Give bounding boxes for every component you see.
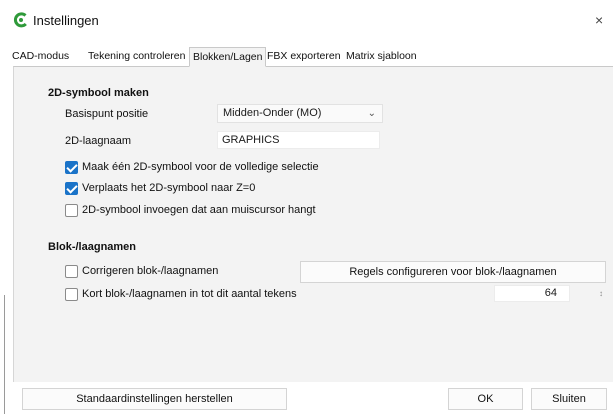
move-to-z0-label: Verplaats het 2D-symbool naar Z=0 xyxy=(82,182,256,194)
section-title-blok-laagnamen: Blok-/laagnamen xyxy=(48,241,137,253)
title-bar: Instellingen × xyxy=(0,0,613,38)
basepoint-select[interactable]: Midden-Onder (MO) ⌄ xyxy=(217,104,383,123)
tab-blokken-lagen[interactable]: Blokken/Lagen xyxy=(189,47,267,67)
single-symbol-checkbox[interactable] xyxy=(65,161,78,174)
truncate-length-input[interactable]: 64 xyxy=(494,285,570,302)
chevron-down-icon: ⌄ xyxy=(367,108,376,119)
tab-matrix-sjabloon[interactable]: Matrix sjabloon xyxy=(346,48,417,66)
spinner-icon[interactable]: ↕ xyxy=(599,289,603,298)
window-title: Instellingen xyxy=(33,13,99,28)
window-edge xyxy=(4,295,5,414)
tab-bar: CAD-modus Tekening controleren Blokken/L… xyxy=(12,47,612,67)
configure-rules-button[interactable]: Regels configureren voor blok-/laagnamen xyxy=(300,261,606,283)
attach-cursor-checkbox[interactable] xyxy=(65,204,78,217)
layer-name-input[interactable]: GRAPHICS xyxy=(217,131,380,149)
basepoint-label: Basispunt positie xyxy=(65,108,149,120)
section-title-2d-symbool: 2D-symbool maken xyxy=(48,87,149,99)
ok-button[interactable]: OK xyxy=(448,388,523,410)
tab-cad-modus[interactable]: CAD-modus xyxy=(12,48,69,66)
close-icon[interactable]: × xyxy=(595,12,603,28)
close-button[interactable]: Sluiten xyxy=(531,388,607,410)
attach-cursor-label: 2D-symbool invoegen dat aan muiscursor h… xyxy=(82,204,316,216)
single-symbol-label: Maak één 2D-symbool voor de volledige se… xyxy=(82,161,319,173)
move-to-z0-checkbox[interactable] xyxy=(65,182,78,195)
correct-names-checkbox[interactable] xyxy=(65,265,78,278)
correct-names-label: Corrigeren blok-/laagnamen xyxy=(82,265,219,277)
layer-name-label: 2D-laagnaam xyxy=(65,135,132,147)
basepoint-value: Midden-Onder (MO) xyxy=(223,107,322,119)
truncate-names-label: Kort blok-/laagnamen in tot dit aantal t… xyxy=(82,288,297,300)
green-c-logo-icon xyxy=(13,12,27,28)
reset-defaults-button[interactable]: Standaardinstellingen herstellen xyxy=(22,388,287,410)
tab-tekening-controleren[interactable]: Tekening controleren xyxy=(88,48,185,66)
truncate-names-checkbox[interactable] xyxy=(65,288,78,301)
tab-fbx-exporteren[interactable]: FBX exporteren xyxy=(267,48,341,66)
